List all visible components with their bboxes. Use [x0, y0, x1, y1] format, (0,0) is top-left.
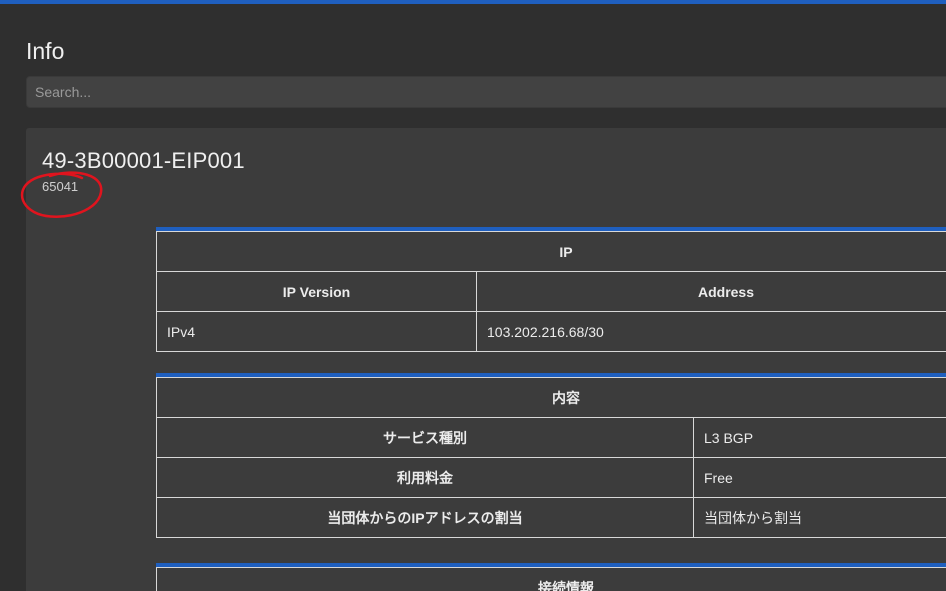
table-row: IPv4 103.202.216.68/30 — [156, 311, 946, 352]
content-table-section: 内容 サービス種別 L3 BGP 利用料金 Free 当団体からのIPアドレスの… — [156, 373, 946, 538]
ip-table: IP IP Version Address IPv4 103.202.216.6… — [156, 231, 946, 352]
connection-table: 接続情報 — [156, 567, 946, 591]
table-row: 内容 — [156, 377, 946, 418]
search-input[interactable] — [26, 76, 946, 108]
fee-label: 利用料金 — [156, 457, 694, 498]
record-card: 49-3B00001-EIP001 65041 IP IP Version Ad… — [20, 128, 946, 591]
address-header: Address — [476, 271, 946, 312]
content-table: 内容 サービス種別 L3 BGP 利用料金 Free 当団体からのIPアドレスの… — [156, 377, 946, 538]
page-title: Info — [26, 38, 65, 64]
table-row: 利用料金 Free — [156, 457, 946, 498]
table-row: 当団体からのIPアドレスの割当 当団体から割当 — [156, 497, 946, 538]
ip-table-section: IP IP Version Address IPv4 103.202.216.6… — [156, 227, 946, 352]
fee-value: Free — [693, 457, 946, 498]
ip-version-cell: IPv4 — [156, 311, 477, 352]
connection-table-section: 接続情報 — [156, 563, 946, 591]
table-row: IP Version Address — [156, 271, 946, 312]
page: Info 49-3B00001-EIP001 65041 IP IP Versi… — [0, 4, 946, 591]
ip-version-header: IP Version — [156, 271, 477, 312]
table-row: IP — [156, 231, 946, 272]
content-table-caption: 内容 — [156, 377, 946, 418]
connection-table-caption: 接続情報 — [156, 567, 946, 591]
ip-allocation-label: 当団体からのIPアドレスの割当 — [156, 497, 694, 538]
service-type-label: サービス種別 — [156, 417, 694, 458]
address-cell: 103.202.216.68/30 — [476, 311, 946, 352]
ip-table-caption: IP — [156, 231, 946, 272]
table-row: サービス種別 L3 BGP — [156, 417, 946, 458]
red-annotation-circle — [20, 171, 103, 218]
service-type-value: L3 BGP — [693, 417, 946, 458]
table-row: 接続情報 — [156, 567, 946, 591]
ip-allocation-value: 当団体から割当 — [693, 497, 946, 538]
